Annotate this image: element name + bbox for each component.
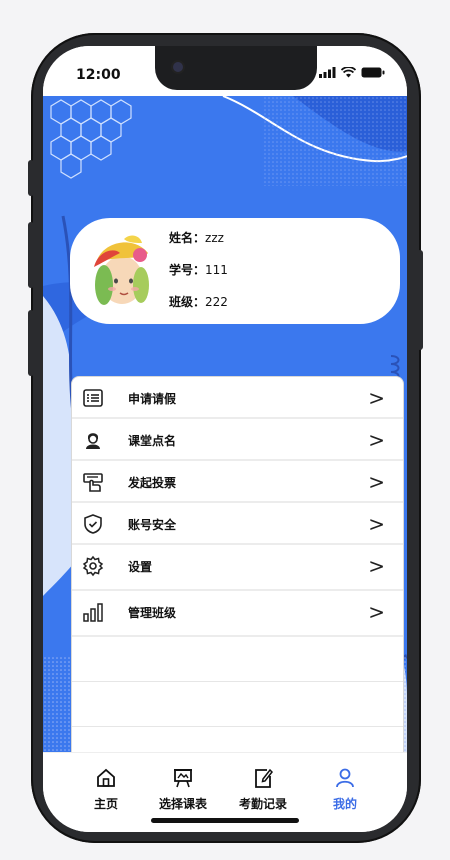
menu-item-leave-request[interactable]: 申请请假 > xyxy=(72,377,403,419)
signal-icon xyxy=(319,67,336,78)
profile-info: 姓名：zzz 学号：111 班级：222 xyxy=(169,227,228,323)
student-id-row: 学号：111 xyxy=(169,259,228,291)
student-id-value: 111 xyxy=(205,263,228,277)
menu-item-label: 课堂点名 xyxy=(128,434,177,448)
name-value: zzz xyxy=(205,231,224,245)
chevron-right-icon: > xyxy=(368,600,385,624)
tab-label: 选择课表 xyxy=(158,797,207,811)
easel-icon xyxy=(174,769,192,788)
class-label: 班级： xyxy=(169,295,206,309)
menu-item-account-security[interactable]: 账号安全 > xyxy=(72,503,403,545)
chevron-right-icon: > xyxy=(368,554,385,578)
tab-label: 考勤记录 xyxy=(238,797,287,811)
phone-screen: 12:00 姓名：zzz 学号：111 班级：222 申请请假 > 课堂点名 >… xyxy=(43,46,407,832)
gear-icon xyxy=(82,555,104,577)
wifi-icon xyxy=(341,67,356,78)
empty-row xyxy=(72,682,403,727)
status-time: 12:00 xyxy=(76,67,121,83)
chevron-right-icon: > xyxy=(368,512,385,536)
menu-item-class-roll-call[interactable]: 课堂点名 > xyxy=(72,419,403,461)
chevron-right-icon: > xyxy=(368,386,385,410)
chevron-right-icon: > xyxy=(368,428,385,452)
bar-chart-icon xyxy=(83,603,103,622)
home-indicator xyxy=(151,818,299,823)
menu-item-label: 管理班级 xyxy=(128,606,177,620)
chevron-right-icon: > xyxy=(368,470,385,494)
menu-item-label: 设置 xyxy=(128,560,153,574)
name-label: 姓名： xyxy=(169,231,206,245)
front-camera xyxy=(171,60,185,74)
menu-item-manage-class[interactable]: 管理班级 > xyxy=(72,591,403,637)
profile-card[interactable]: 姓名：zzz 学号：111 班级：222 xyxy=(70,218,400,324)
empty-row xyxy=(72,637,403,682)
person-icon xyxy=(86,433,100,449)
vote-icon xyxy=(83,473,103,492)
user-icon xyxy=(336,768,354,788)
home-icon xyxy=(97,768,115,787)
side-button-volume-down xyxy=(28,310,34,376)
side-button-power xyxy=(417,250,423,350)
tab-home[interactable]: 主页 xyxy=(71,767,141,812)
tab-select-schedule[interactable]: 选择课表 xyxy=(148,767,218,812)
camera-notch xyxy=(155,46,317,90)
list-icon xyxy=(83,389,103,407)
menu-item-label: 账号安全 xyxy=(128,518,177,532)
hero-background: 姓名：zzz 学号：111 班级：222 申请请假 > 课堂点名 > 发起投票 … xyxy=(43,96,407,752)
class-row: 班级：222 xyxy=(169,291,228,323)
menu-item-label: 申请请假 xyxy=(128,392,177,406)
student-id-label: 学号： xyxy=(169,263,206,277)
side-button-mute xyxy=(28,160,34,196)
avatar xyxy=(94,235,149,305)
shield-icon xyxy=(84,514,102,534)
class-value: 222 xyxy=(205,295,228,309)
tab-attendance-records[interactable]: 考勤记录 xyxy=(228,767,298,812)
tab-label: 主页 xyxy=(93,797,118,811)
menu-item-settings[interactable]: 设置 > xyxy=(72,545,403,591)
empty-row xyxy=(72,727,403,752)
status-icons xyxy=(319,67,385,78)
note-edit-icon xyxy=(255,768,273,788)
menu-item-label: 发起投票 xyxy=(128,476,177,490)
menu-item-start-vote[interactable]: 发起投票 > xyxy=(72,461,403,503)
tab-mine[interactable]: 我的 xyxy=(310,767,380,812)
battery-icon xyxy=(361,67,385,78)
menu-card: 申请请假 > 课堂点名 > 发起投票 > 账号安全 > 设置 > 管理班级 > xyxy=(71,376,404,752)
side-button-volume-up xyxy=(28,222,34,288)
tab-label: 我的 xyxy=(332,797,357,811)
name-row: 姓名：zzz xyxy=(169,227,228,259)
